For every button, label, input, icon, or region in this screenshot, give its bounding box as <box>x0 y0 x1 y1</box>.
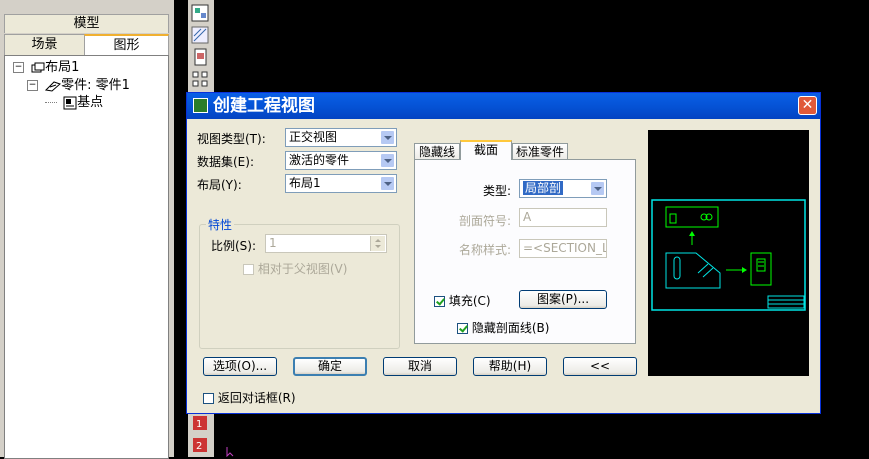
section-symbol-input[interactable]: A <box>519 208 607 227</box>
checkbox-icon[interactable] <box>203 393 214 404</box>
relative-to-parent-label: 相对于父视图(V) <box>257 262 348 276</box>
svg-text:1: 1 <box>196 419 202 430</box>
section-type-label: 类型: <box>483 184 512 198</box>
pattern-button[interactable]: 图案(P)... <box>519 290 607 309</box>
drawing-view-icon[interactable] <box>191 4 209 22</box>
name-style-label: 名称样式: <box>459 243 512 257</box>
dataset-select[interactable]: 激活的零件 <box>285 151 397 170</box>
chevron-down-icon[interactable] <box>590 181 605 196</box>
help-button[interactable]: 帮助(H) <box>473 357 547 376</box>
close-button[interactable]: ✕ <box>798 96 817 115</box>
tree-item-layout[interactable]: − 布局1 <box>13 60 79 76</box>
create-drawing-view-dialog: 创建工程视图 ✕ 视图类型(T): 正交视图 数据集(E): 激活的零件 布局(… <box>186 92 821 414</box>
annotation-2-icon[interactable]: 2 <box>191 436 209 454</box>
view-type-value: 正交视图 <box>289 130 338 144</box>
preview-drawing <box>651 199 806 311</box>
scale-label: 比例(S): <box>211 239 257 253</box>
dialog-titlebar[interactable]: 创建工程视图 ✕ <box>187 93 820 119</box>
dataset-value: 激活的零件 <box>289 153 350 167</box>
svg-text:2: 2 <box>196 441 202 452</box>
cancel-button[interactable]: 取消 <box>383 357 457 376</box>
chevron-down-icon[interactable] <box>380 176 395 191</box>
checkbox-checked-icon[interactable] <box>434 296 445 307</box>
layout-select[interactable]: 布局1 <box>285 174 397 193</box>
section-symbol-label: 剖面符号: <box>459 214 512 228</box>
ok-button[interactable]: 确定 <box>293 357 367 376</box>
tab-standard-parts[interactable]: 标准零件 <box>512 143 568 160</box>
relative-to-parent-checkbox[interactable]: 相对于父视图(V) <box>243 260 347 277</box>
checkbox-checked-icon[interactable] <box>457 323 468 334</box>
scale-value: 1 <box>269 236 277 250</box>
tree-item-label: 基点 <box>77 95 104 110</box>
scale-input[interactable]: 1 <box>265 234 387 253</box>
layout-icon <box>31 62 45 72</box>
name-style-input[interactable]: =<SECTION_LA <box>519 239 607 258</box>
dataset-label: 数据集(E): <box>197 155 254 169</box>
collapse-icon[interactable]: − <box>13 62 24 73</box>
return-to-dialog-label: 返回对话框(R) <box>217 391 296 405</box>
base-point-icon <box>63 96 77 109</box>
preview-pane <box>648 130 809 376</box>
tree-item-label: 布局1 <box>45 60 80 75</box>
fill-label: 填充(C) <box>448 294 491 308</box>
model-tree: − 布局1 − 零件: 零件1 基点 <box>4 55 169 459</box>
dialog-app-icon <box>193 98 208 113</box>
model-panel-header: 模型 <box>4 14 169 33</box>
hierarchy-icon[interactable] <box>191 70 209 88</box>
fill-checkbox[interactable]: 填充(C) <box>434 292 491 309</box>
checkbox-icon[interactable] <box>243 264 254 275</box>
view-type-label: 视图类型(T): <box>197 132 266 146</box>
tab-hidden-lines[interactable]: 隐藏线 <box>414 143 460 160</box>
chevron-down-icon[interactable] <box>380 153 395 168</box>
return-to-dialog-checkbox[interactable]: 返回对话框(R) <box>203 389 296 406</box>
tree-item-label: 零件: 零件1 <box>61 78 130 93</box>
options-button[interactable]: 选项(O)... <box>203 357 277 376</box>
tree-item-base-point[interactable]: 基点 <box>45 95 103 111</box>
dialog-title: 创建工程视图 <box>213 96 315 116</box>
cursor-icon <box>226 447 234 457</box>
tab-scene[interactable]: 场景 <box>4 34 85 55</box>
hide-section-lines-label: 隐藏剖面线(B) <box>471 321 550 335</box>
section-view-icon[interactable] <box>191 26 209 44</box>
layout-label: 布局(Y): <box>197 178 242 192</box>
hide-section-lines-checkbox[interactable]: 隐藏剖面线(B) <box>457 319 549 336</box>
collapse-button[interactable]: << <box>563 357 637 376</box>
spinner-icon[interactable] <box>370 236 385 251</box>
model-browser-panel: 模型 场景 图形 − 布局1 − 零件: 零件1 基点 <box>0 0 174 459</box>
chevron-down-icon[interactable] <box>380 130 395 145</box>
properties-group-title: 特性 <box>206 216 235 233</box>
layout-value: 布局1 <box>289 176 321 190</box>
view-type-select[interactable]: 正交视图 <box>285 128 397 147</box>
collapse-icon[interactable]: − <box>27 80 38 91</box>
tree-item-part[interactable]: − 零件: 零件1 <box>27 78 130 94</box>
tab-graphics[interactable]: 图形 <box>84 34 169 55</box>
section-type-select[interactable]: 局部剖 <box>519 179 607 198</box>
part-icon <box>45 80 62 92</box>
document-icon[interactable] <box>191 48 209 66</box>
tab-section[interactable]: 截面 <box>460 140 512 160</box>
section-type-value: 局部剖 <box>523 181 564 195</box>
annotation-icon[interactable]: 1 <box>191 414 209 432</box>
